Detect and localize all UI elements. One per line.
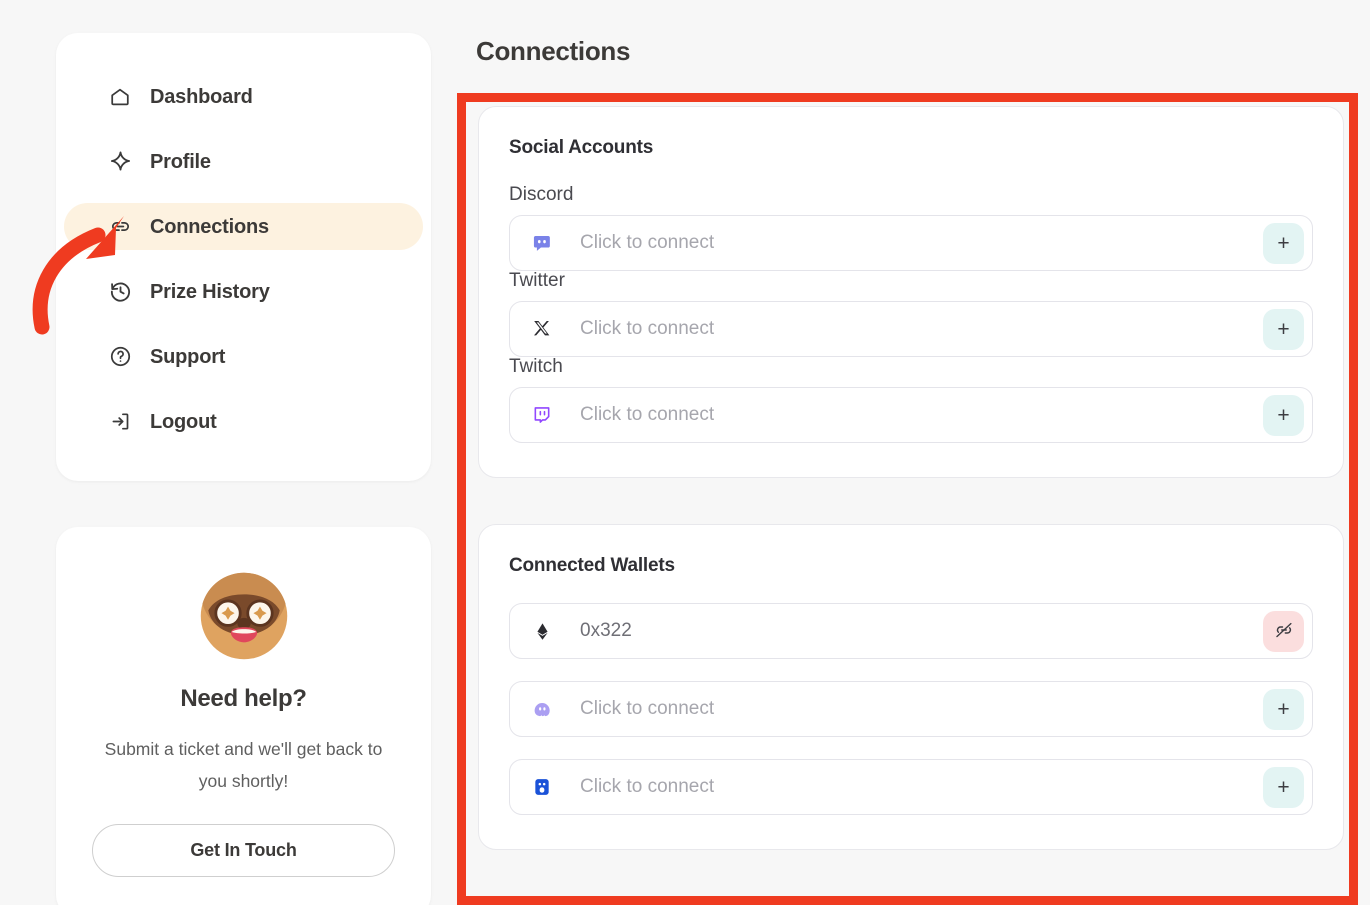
sidebar-item-label: Profile <box>150 150 211 173</box>
field-group-twitter: Twitter Click to connect + <box>509 271 1313 357</box>
sidebar-item-label: Connections <box>150 215 269 238</box>
logout-icon <box>108 410 132 434</box>
phantom-icon <box>530 697 554 721</box>
sidebar: Dashboard Profile Connections Prize Hist… <box>56 33 431 905</box>
history-icon <box>108 280 132 304</box>
field-value: Click to connect <box>580 232 715 253</box>
disconnect-ethereum-button[interactable] <box>1263 610 1304 652</box>
connect-row-discord[interactable]: Click to connect + <box>509 215 1313 271</box>
wallet-address: 0x322 <box>580 620 632 641</box>
twitch-icon <box>530 403 554 427</box>
field-label: Discord <box>509 184 574 205</box>
help-card-body: Submit a ticket and we'll get back to yo… <box>104 739 383 792</box>
sidebar-item-label: Dashboard <box>150 85 253 108</box>
link-icon <box>108 215 132 239</box>
connect-phantom-button[interactable]: + <box>1263 688 1304 730</box>
sidebar-nav-card: Dashboard Profile Connections Prize Hist… <box>56 33 431 481</box>
connect-twitter-button[interactable]: + <box>1263 308 1304 350</box>
unlink-icon <box>1274 620 1294 643</box>
social-accounts-card: Social Accounts Discord Click to connect <box>478 106 1344 478</box>
sidebar-item-label: Logout <box>150 410 217 433</box>
sidebar-item-support[interactable]: Support <box>64 333 423 380</box>
get-in-touch-button[interactable]: Get In Touch <box>92 823 395 877</box>
connected-wallets-card: Connected Wallets 0x322 Click to connect… <box>478 524 1344 850</box>
wallet-row-coinbase[interactable]: Click to connect + <box>509 759 1313 815</box>
sidebar-item-label: Support <box>150 345 226 368</box>
wallet-row-ethereum[interactable]: 0x322 <box>509 603 1313 659</box>
field-label: Twitter <box>509 270 565 291</box>
sidebar-item-profile[interactable]: Profile <box>64 138 423 185</box>
ethereum-icon <box>530 619 554 643</box>
field-group-discord: Discord Click to connect + <box>509 185 1313 271</box>
x-twitter-icon <box>530 317 554 341</box>
page-title: Connections <box>476 36 631 66</box>
sloth-mascot-icon <box>200 572 287 660</box>
connections-panel[interactable]: Social Accounts Discord Click to connect <box>457 93 1358 905</box>
field-value: Click to connect <box>580 698 715 719</box>
field-value: Click to connect <box>580 404 715 425</box>
sparkle-icon <box>108 150 132 174</box>
sidebar-item-dashboard[interactable]: Dashboard <box>64 73 423 120</box>
main-content: Connections Social Accounts Discord Clic… <box>457 0 1370 905</box>
connect-twitch-button[interactable]: + <box>1263 394 1304 436</box>
section-title: Social Accounts <box>509 137 654 158</box>
coinbase-wallet-icon <box>530 775 554 799</box>
sidebar-item-label: Prize History <box>150 280 270 303</box>
home-icon <box>108 85 132 109</box>
section-title: Connected Wallets <box>509 555 675 576</box>
connect-row-twitter[interactable]: Click to connect + <box>509 301 1313 357</box>
question-circle-icon <box>108 345 132 369</box>
field-label: Twitch <box>509 356 563 377</box>
connect-row-twitch[interactable]: Click to connect + <box>509 387 1313 443</box>
help-card: Need help? Submit a ticket and we'll get… <box>56 527 431 905</box>
sidebar-item-prize-history[interactable]: Prize History <box>64 268 423 315</box>
wallet-row-phantom[interactable]: Click to connect + <box>509 681 1313 737</box>
sidebar-item-connections[interactable]: Connections <box>64 203 423 250</box>
help-card-title: Need help? <box>180 685 307 712</box>
connect-discord-button[interactable]: + <box>1263 222 1304 264</box>
field-value: Click to connect <box>580 776 715 797</box>
app-root: Dashboard Profile Connections Prize Hist… <box>0 0 1370 905</box>
sidebar-item-logout[interactable]: Logout <box>64 398 423 445</box>
field-group-twitch: Twitch Click to connect + <box>509 357 1313 443</box>
connect-coinbase-button[interactable]: + <box>1263 766 1304 808</box>
discord-icon <box>530 231 554 255</box>
field-value: Click to connect <box>580 318 715 339</box>
